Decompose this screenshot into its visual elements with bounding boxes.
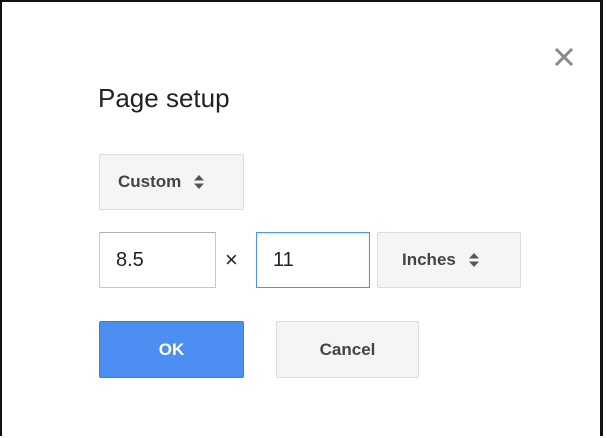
page-setup-dialog: Page setup Custom × Inches OK Cancel	[0, 0, 603, 436]
height-input[interactable]	[256, 232, 370, 288]
units-select-label: Inches	[402, 250, 456, 269]
dialog-title: Page setup	[98, 83, 230, 113]
up-down-arrows-icon	[193, 174, 205, 190]
close-icon	[553, 46, 575, 68]
up-down-arrows-icon	[468, 252, 480, 268]
preset-select-label: Custom	[118, 172, 182, 191]
page-size-preset-select[interactable]: Custom	[99, 154, 244, 210]
ok-button[interactable]: OK	[99, 321, 244, 378]
close-button[interactable]	[553, 46, 575, 68]
dimension-separator: ×	[225, 247, 238, 272]
width-input[interactable]	[99, 232, 216, 288]
units-select[interactable]: Inches	[377, 232, 521, 288]
cancel-button[interactable]: Cancel	[276, 321, 419, 378]
